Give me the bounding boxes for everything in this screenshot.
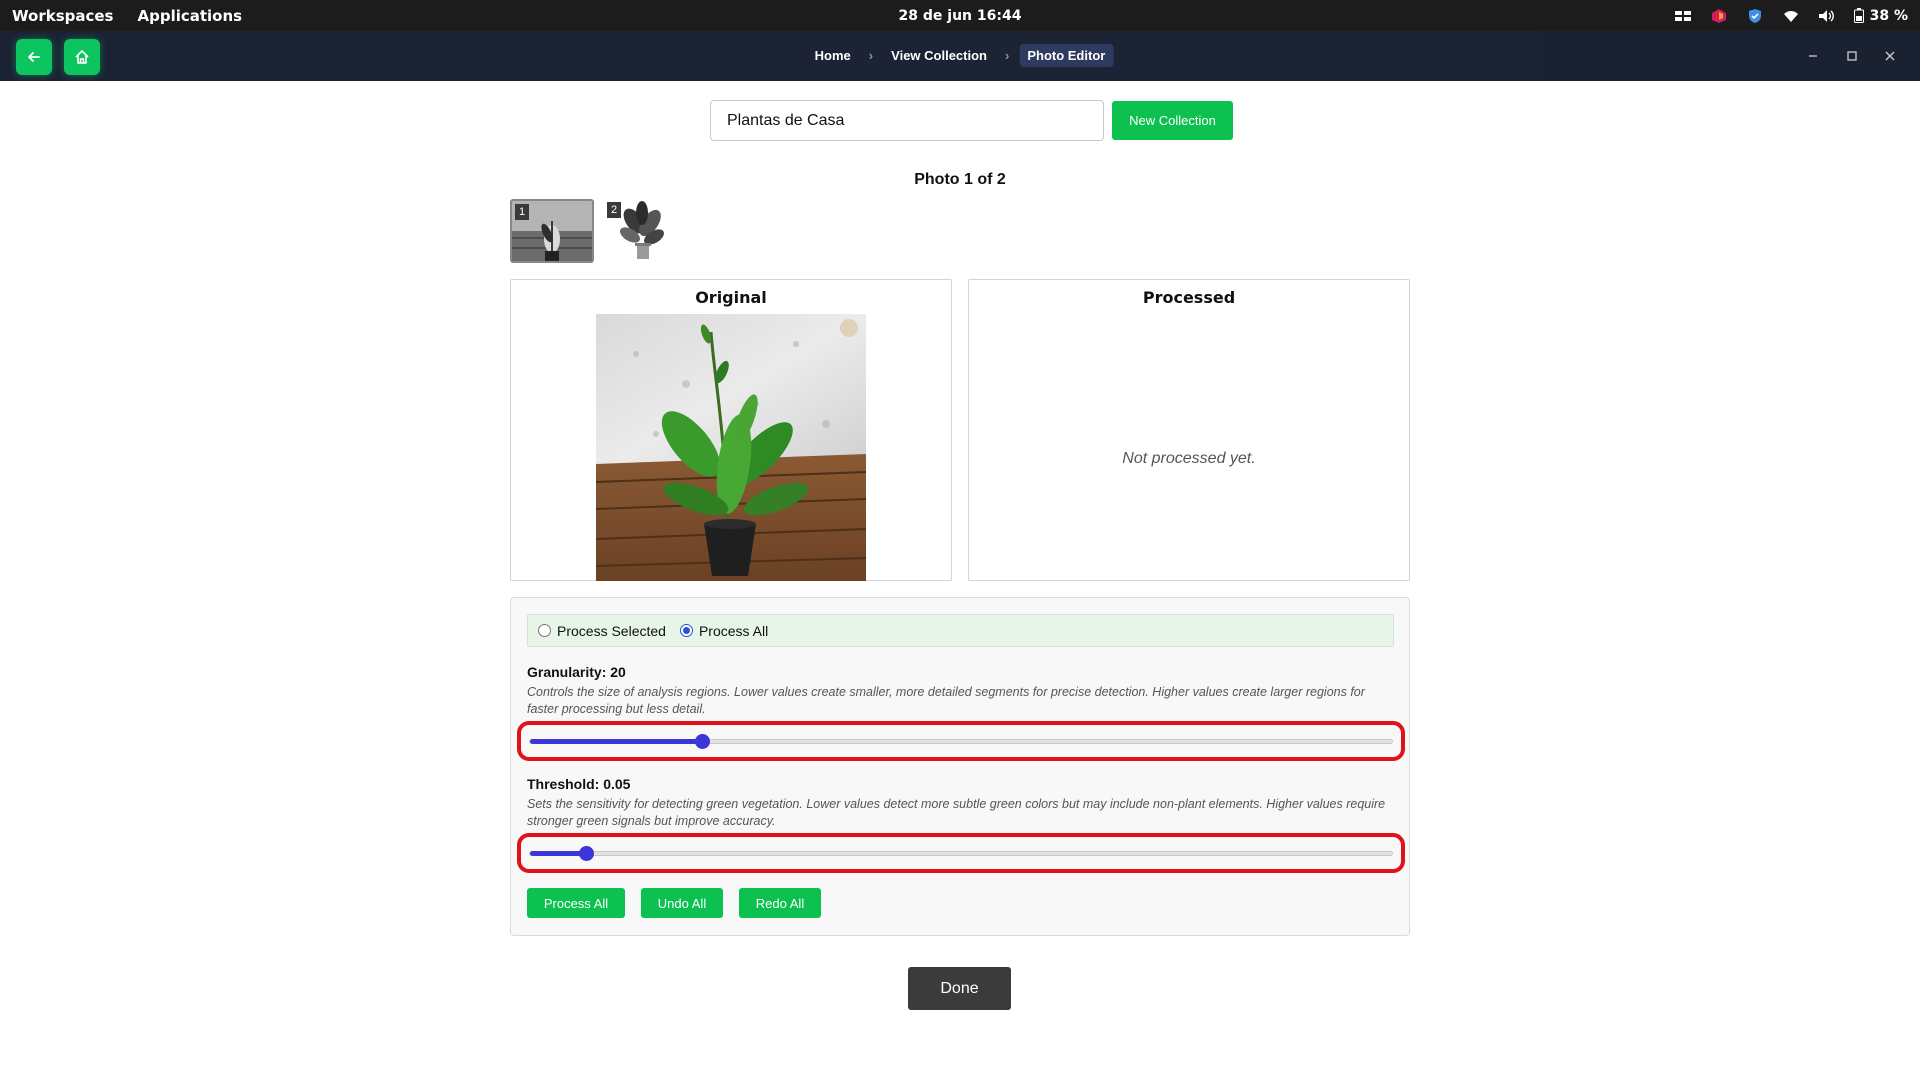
breadcrumb-separator: › xyxy=(868,48,874,63)
home-icon xyxy=(75,50,89,64)
app-header: Home › View Collection › Photo Editor xyxy=(0,31,1920,81)
threshold-slider[interactable] xyxy=(529,846,1393,861)
close-button[interactable] xyxy=(1875,31,1905,81)
breadcrumb-view-collection[interactable]: View Collection xyxy=(883,44,995,67)
shield-icon[interactable] xyxy=(1744,5,1766,27)
process-selected-option[interactable]: Process Selected xyxy=(538,623,666,639)
done-button[interactable]: Done xyxy=(908,967,1011,1010)
process-all-radio[interactable] xyxy=(679,624,693,637)
original-panel: Original xyxy=(510,279,952,581)
back-button[interactable] xyxy=(16,39,52,75)
close-icon xyxy=(1885,51,1895,61)
minimize-icon xyxy=(1809,55,1817,57)
system-top-bar: Workspaces Applications 28 de jun 16:44 … xyxy=(0,0,1920,31)
threshold-slider-thumb[interactable] xyxy=(579,846,595,861)
granularity-slider[interactable] xyxy=(529,734,1393,749)
original-title: Original xyxy=(695,288,767,307)
minimize-button[interactable] xyxy=(1798,31,1828,81)
threshold-label: Threshold: 0.05 xyxy=(527,776,631,792)
breadcrumb-home[interactable]: Home xyxy=(807,44,859,67)
processing-settings: Process Selected Process All Granularity… xyxy=(510,597,1410,936)
thumbnail-1[interactable]: 1 xyxy=(510,199,594,263)
arrow-left-icon xyxy=(28,52,40,62)
threshold-slider-highlight xyxy=(517,833,1405,873)
home-button[interactable] xyxy=(64,39,100,75)
maximize-button[interactable] xyxy=(1837,31,1867,81)
maximize-icon xyxy=(1847,51,1857,61)
undo-all-button[interactable]: Undo All xyxy=(641,888,723,918)
processed-title: Processed xyxy=(1142,288,1236,307)
threshold-description: Sets the sensitivity for detecting green… xyxy=(527,797,1386,828)
process-all-label: Process All xyxy=(698,622,769,639)
thumbnail-2[interactable]: 2 xyxy=(604,199,674,263)
thumbnail-number: 2 xyxy=(607,202,621,218)
process-all-button[interactable]: Process All xyxy=(527,888,625,918)
process-mode-group: Process Selected Process All xyxy=(527,614,1394,647)
workspaces-menu[interactable]: Workspaces xyxy=(12,7,113,25)
original-photo xyxy=(596,314,866,581)
collection-name-input[interactable] xyxy=(710,100,1104,141)
thumbnail-number: 1 xyxy=(515,204,529,220)
process-selected-radio[interactable] xyxy=(538,624,551,637)
granularity-description: Controls the size of analysis regions. L… xyxy=(527,685,1365,716)
app-indicator-icon[interactable] xyxy=(1708,5,1730,27)
wifi-icon[interactable] xyxy=(1780,5,1802,27)
process-all-option[interactable]: Process All xyxy=(679,622,769,639)
processed-panel: Processed Not processed yet. xyxy=(968,279,1410,581)
window-switcher-icon[interactable] xyxy=(1672,5,1694,27)
applications-menu[interactable]: Applications xyxy=(137,7,242,25)
processed-empty-message: Not processed yet. xyxy=(1122,450,1256,467)
battery-icon xyxy=(1852,5,1866,27)
process-selected-label: Process Selected xyxy=(557,622,666,639)
new-collection-button[interactable]: New Collection xyxy=(1112,101,1233,140)
system-clock[interactable]: 28 de jun 16:44 xyxy=(899,0,1022,31)
breadcrumb: Home › View Collection › Photo Editor xyxy=(807,44,1114,67)
granularity-slider-highlight xyxy=(517,721,1405,761)
system-tray: 38 % xyxy=(1672,0,1908,31)
redo-all-button[interactable]: Redo All xyxy=(739,888,821,918)
threshold-slider-fill xyxy=(530,851,587,856)
volume-icon[interactable] xyxy=(1816,5,1838,27)
battery-indicator[interactable]: 38 % xyxy=(1852,5,1908,27)
photo-counter: Photo 1 of 2 xyxy=(914,171,1006,188)
granularity-slider-fill xyxy=(530,739,703,744)
granularity-slider-thumb[interactable] xyxy=(695,734,711,749)
breadcrumb-separator: › xyxy=(1004,48,1010,63)
granularity-label: Granularity: 20 xyxy=(527,664,626,680)
battery-percent: 38 % xyxy=(1869,7,1908,24)
breadcrumb-photo-editor[interactable]: Photo Editor xyxy=(1019,44,1114,67)
